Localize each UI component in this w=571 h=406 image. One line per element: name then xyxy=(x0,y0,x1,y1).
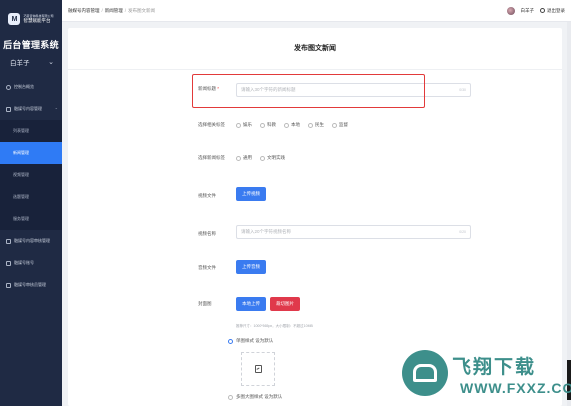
power-icon xyxy=(540,8,545,13)
category-label: 选择相关标签 xyxy=(198,122,225,127)
sidebar-nav: 控制台概览 融媒号内容管理 ⌃ 列表管理 新闻管理 视频管理 选题管理 服务管理… xyxy=(0,76,62,296)
category-option[interactable]: 娱乐 xyxy=(236,122,252,128)
sidebar-item-review[interactable]: 融媒号内容审核管理 xyxy=(0,230,62,252)
radio-icon xyxy=(332,122,337,128)
video-name-input[interactable]: 请输入20个字符视频名称 0/20 xyxy=(236,225,471,239)
watermark: 飞翔下载 WWW.FXXZ.COM xyxy=(402,344,571,406)
logout-label: 退出登录 xyxy=(547,7,565,13)
radio-icon xyxy=(236,155,241,161)
sidebar-item-reviewers[interactable]: 融媒号审核员管理 xyxy=(0,274,62,296)
highlight-annotation xyxy=(192,74,425,108)
header-username[interactable]: 白羊子 xyxy=(521,8,535,14)
top-header: 融媒号内容管理 / 新闻管理 / 发布图文新闻 白羊子 退出登录 xyxy=(62,0,571,22)
breadcrumb-current: 发布图文新闻 xyxy=(128,7,156,13)
category-radio-group: 娱乐 科教 本地 民生 监督 xyxy=(236,122,348,128)
char-counter: 0/20 xyxy=(459,230,466,234)
document-icon xyxy=(6,238,11,244)
sidebar-item-accounts[interactable]: 融媒号账号 xyxy=(0,252,62,274)
sidebar-item-content[interactable]: 融媒号内容管理 ⌃ xyxy=(0,98,62,120)
breadcrumb-item[interactable]: 新闻管理 xyxy=(105,8,123,14)
grid-icon xyxy=(6,282,11,288)
cover-label: 封面图 xyxy=(198,301,212,306)
divider xyxy=(68,69,562,70)
tag-option[interactable]: 文明实践 xyxy=(260,155,285,161)
user-switcher[interactable]: 白羊子 ⌄ xyxy=(0,52,62,72)
logout-button[interactable]: 退出登录 xyxy=(540,8,565,14)
breadcrumb-separator: / xyxy=(101,7,103,13)
sidebar-subitem-news[interactable]: 新闻管理 xyxy=(0,142,62,164)
category-option[interactable]: 民生 xyxy=(308,122,324,128)
cover-style-multi-label: 多图大图样式 设为默认 xyxy=(236,394,283,399)
image-icon xyxy=(254,365,262,373)
sidebar-username: 白羊子 xyxy=(10,60,30,67)
tag-option[interactable]: 通用 xyxy=(236,155,252,161)
video-name-label: 视频名称 xyxy=(198,231,216,236)
brand[interactable]: M 巧思咨询科技有限公司 智慧赋能平台 xyxy=(0,0,62,38)
radio-icon xyxy=(308,122,313,128)
breadcrumb: 融媒号内容管理 / 新闻管理 / 发布图文新闻 xyxy=(68,8,155,14)
cover-hint: 推荐尺寸：1000*565px，大小限制：不超过10MB xyxy=(236,324,313,328)
breadcrumb-separator: / xyxy=(124,7,127,13)
radio-icon xyxy=(260,122,265,128)
sidebar-subitem-topic[interactable]: 选题管理 xyxy=(0,186,62,208)
radio-icon xyxy=(284,122,289,128)
upload-video-button[interactable]: 上传视频 xyxy=(236,187,266,201)
watermark-url: WWW.FXXZ.COM xyxy=(460,380,571,396)
chevron-up-icon: ⌃ xyxy=(54,106,58,112)
radio-icon xyxy=(260,155,265,161)
grid-icon xyxy=(6,260,11,266)
video-name-placeholder: 请输入20个字符视频名称 xyxy=(241,229,292,234)
sidebar-subitem-video[interactable]: 视频管理 xyxy=(0,164,62,186)
category-option[interactable]: 监督 xyxy=(332,122,348,128)
document-icon xyxy=(6,106,11,112)
breadcrumb-item[interactable]: 融媒号内容管理 xyxy=(68,8,100,14)
cover-style-single-label: 单图样式 设为默认 xyxy=(236,338,274,343)
radio-icon xyxy=(236,122,241,128)
chevron-down-icon: ⌄ xyxy=(48,59,54,66)
avatar[interactable] xyxy=(506,6,515,15)
category-option[interactable]: 本地 xyxy=(284,122,300,128)
watermark-title: 飞翔下载 xyxy=(452,357,537,378)
char-counter: 0/30 xyxy=(459,88,466,92)
audio-file-label: 音频文件 xyxy=(198,265,216,270)
tag-label: 选择新闻标签 xyxy=(198,155,225,160)
system-title: 后台管理系统 xyxy=(3,40,59,50)
local-upload-button[interactable]: 本地上传 xyxy=(236,297,266,311)
sidebar-item-label: 融媒号账号 xyxy=(14,260,34,265)
radio-icon xyxy=(228,394,233,400)
tag-radio-group: 通用 文明实践 xyxy=(236,155,285,161)
cover-style-multi[interactable]: 多图大图样式 设为默认 xyxy=(228,394,282,400)
brand-text: 巧思咨询科技有限公司 智慧赋能平台 xyxy=(23,14,53,24)
upload-audio-button[interactable]: 上传音频 xyxy=(236,260,266,274)
sidebar-item-dashboard[interactable]: 控制台概览 xyxy=(0,76,62,98)
sidebar-subitem-list[interactable]: 列表管理 xyxy=(0,120,62,142)
sidebar-item-label: 融媒号内容管理 xyxy=(14,106,42,111)
category-option[interactable]: 科教 xyxy=(260,122,276,128)
dashboard-icon xyxy=(6,84,11,90)
crop-image-button[interactable]: 裁切图片 xyxy=(270,297,300,311)
sidebar: M 巧思咨询科技有限公司 智慧赋能平台 后台管理系统 白羊子 ⌄ 控制台概览 融… xyxy=(0,0,62,406)
sidebar-subitem-service[interactable]: 服务管理 xyxy=(0,208,62,230)
cover-upload-box[interactable] xyxy=(241,352,275,386)
sidebar-item-label: 融媒号审核员管理 xyxy=(14,282,46,287)
radio-checked-icon xyxy=(228,338,233,344)
brand-line-2: 智慧赋能平台 xyxy=(23,17,51,23)
header-user-area: 白羊子 退出登录 xyxy=(506,6,565,15)
page-title: 发布图文新闻 xyxy=(294,45,336,52)
brand-logo: M xyxy=(8,13,21,25)
sidebar-item-label: 融媒号内容审核管理 xyxy=(14,238,50,243)
sidebar-item-label: 控制台概览 xyxy=(14,84,34,89)
video-file-label: 视频文件 xyxy=(198,193,216,198)
watermark-logo-icon xyxy=(402,350,448,396)
cover-style-single[interactable]: 单图样式 设为默认 xyxy=(228,338,273,344)
